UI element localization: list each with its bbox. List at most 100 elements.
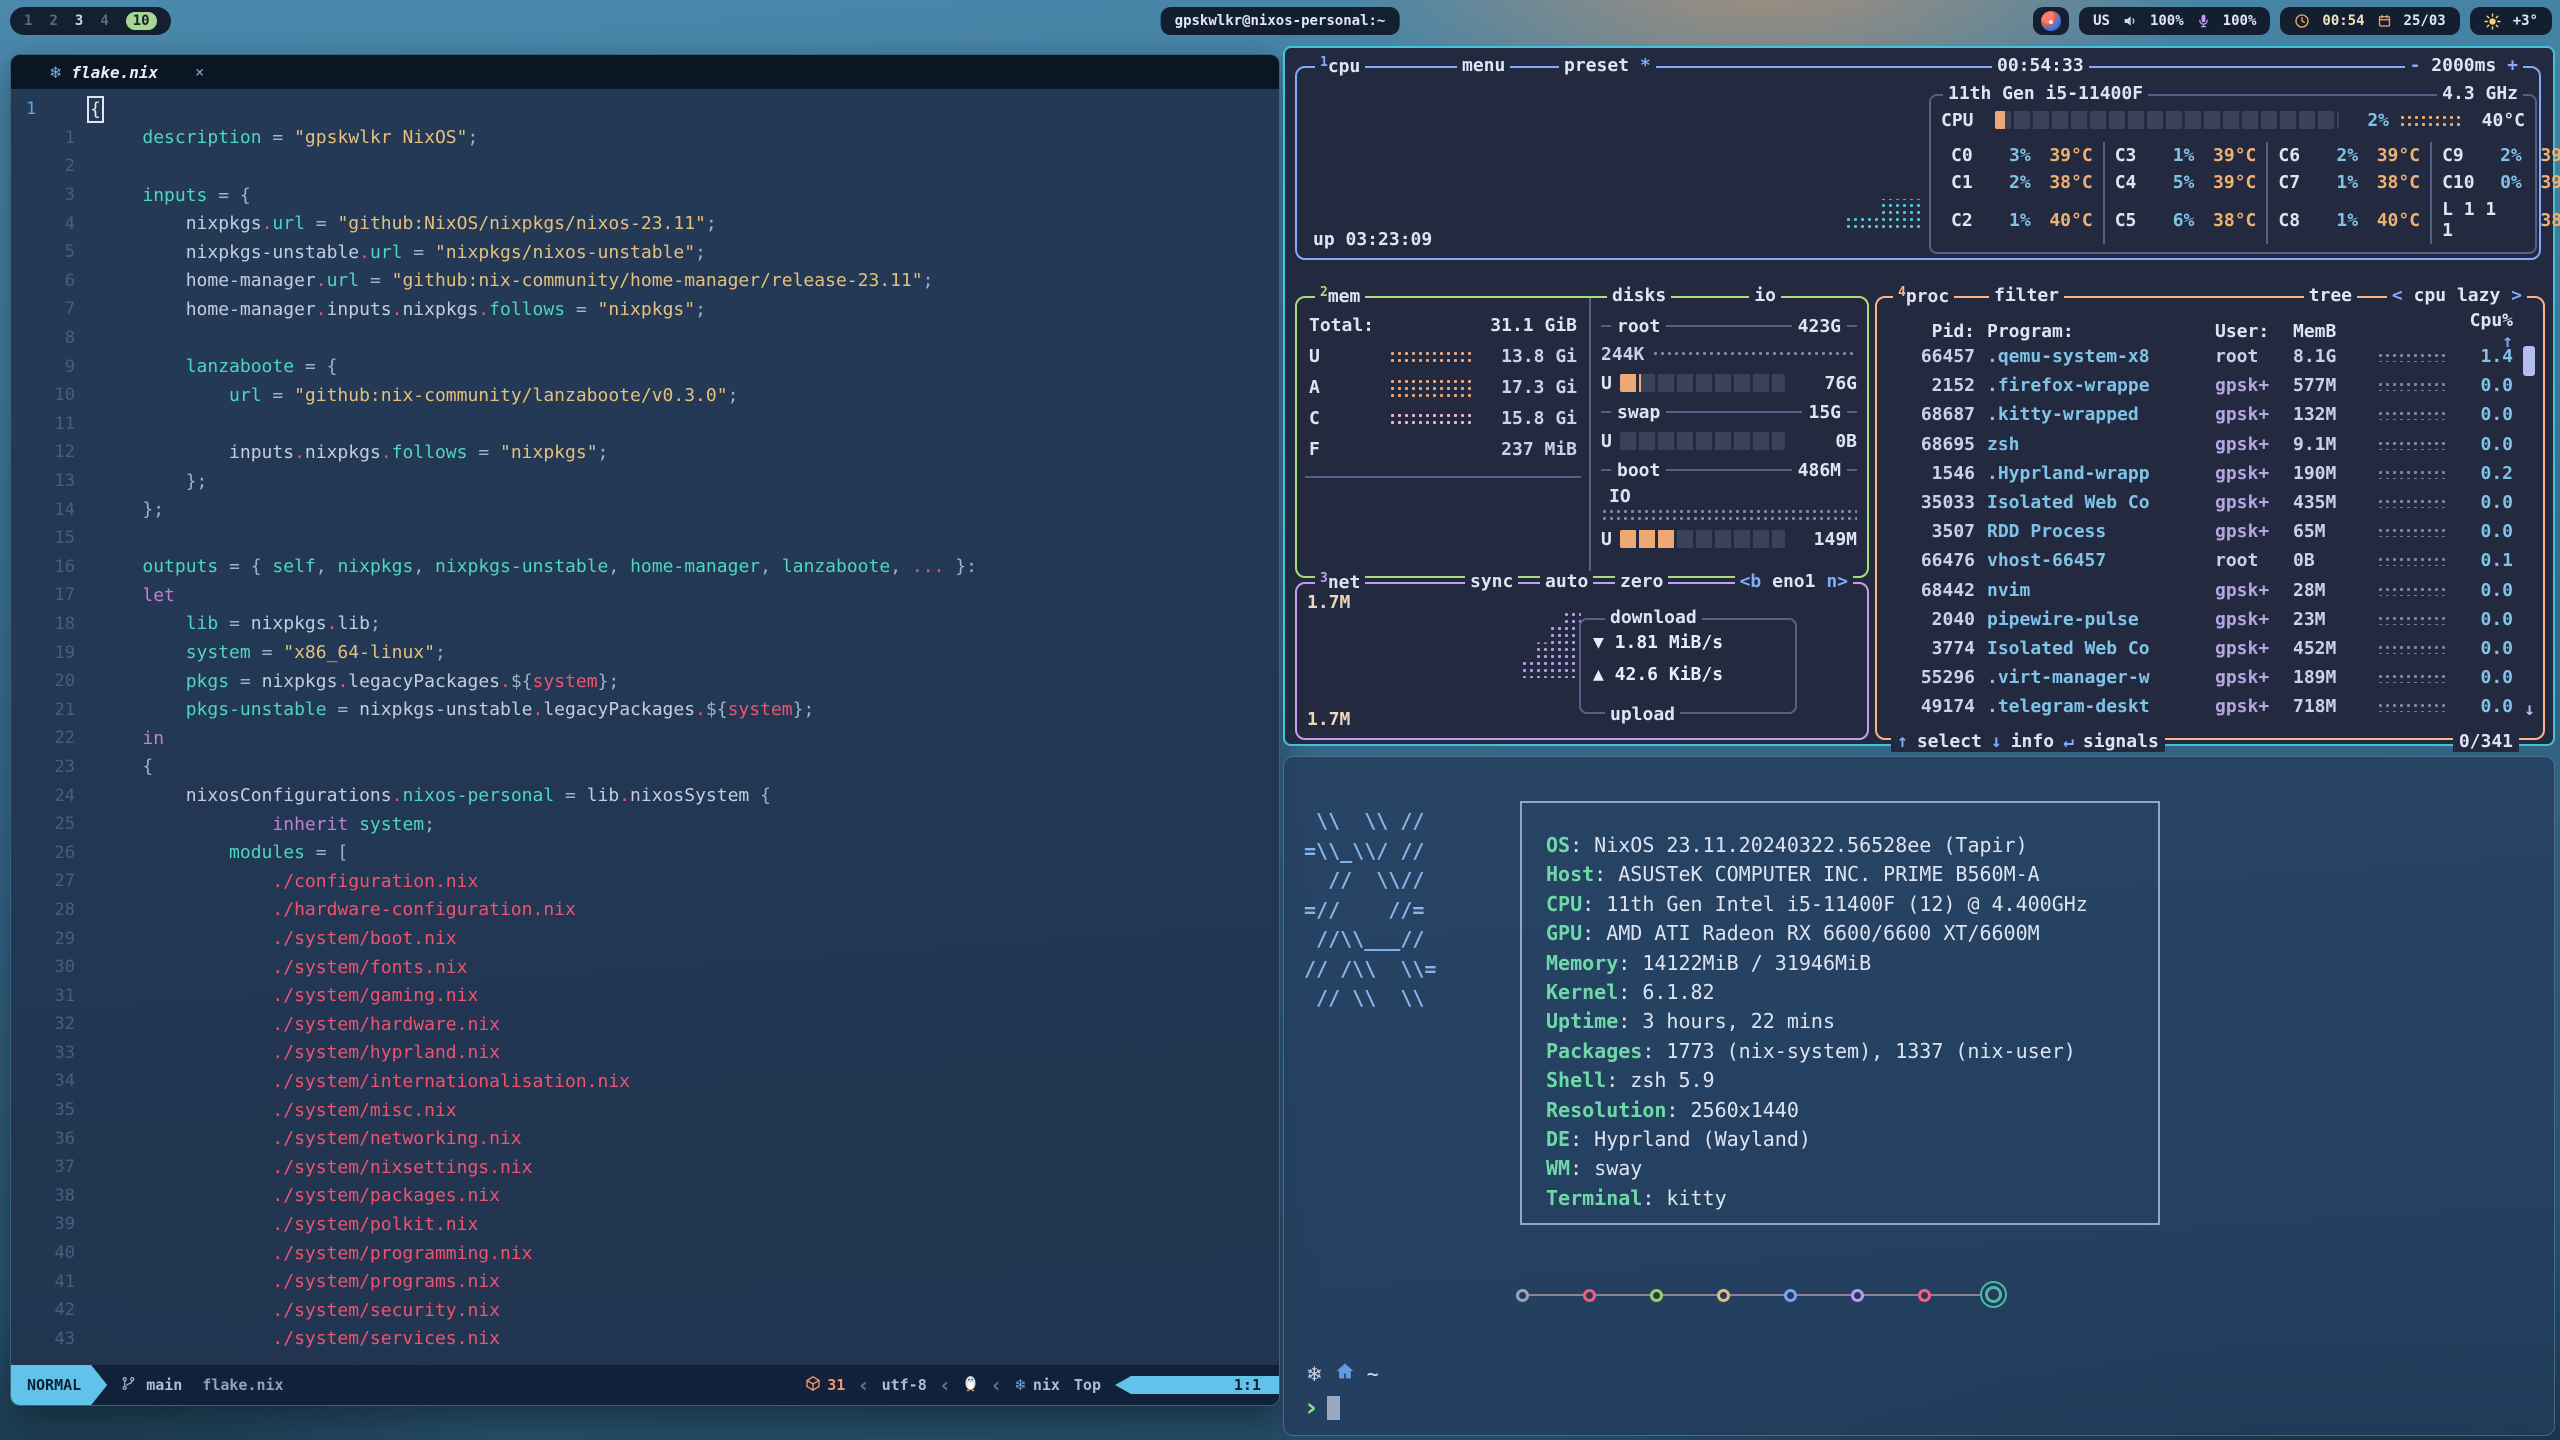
- proc-table[interactable]: 66457.qemu-system-x8root8.1G1.42152.fire…: [1891, 342, 2513, 722]
- code-line[interactable]: 5 nixpkgs-unstable.url = "nixpkgs/nixos-…: [11, 238, 1279, 267]
- fetch-info-row: CPU: 11th Gen Intel i5-11400F (12) @ 4.4…: [1546, 890, 2088, 919]
- code-line[interactable]: 8: [11, 324, 1279, 353]
- proc-filter-button[interactable]: filter: [1989, 285, 2064, 306]
- process-row[interactable]: 3507RDD Processgpsk+65M0.0: [1891, 517, 2513, 546]
- cpu-panel-title[interactable]: 1cpu: [1315, 55, 1365, 77]
- code-line[interactable]: 13 };: [11, 467, 1279, 496]
- proc-scrollbar-thumb[interactable]: [2523, 346, 2535, 376]
- fetch-info-row: DE: Hyprland (Wayland): [1546, 1125, 2088, 1154]
- workspace-switcher[interactable]: 1 2 3 4 10: [10, 7, 171, 35]
- menu-button[interactable]: menu: [1457, 55, 1510, 76]
- code-line[interactable]: 14 };: [11, 495, 1279, 524]
- net-auto-button[interactable]: auto: [1540, 571, 1593, 592]
- code-line[interactable]: 18 lib = nixpkgs.lib;: [11, 610, 1279, 639]
- code-line[interactable]: 28 ./hardware-configuration.nix: [11, 896, 1279, 925]
- code-line[interactable]: 43 ./system/services.nix: [11, 1325, 1279, 1354]
- code-line[interactable]: 7 home-manager.inputs.nixpkgs.follows = …: [11, 295, 1279, 324]
- code-line[interactable]: 1 description = "gpskwlkr NixOS";: [11, 124, 1279, 153]
- code-line[interactable]: 24 nixosConfigurations.nixos-personal = …: [11, 781, 1279, 810]
- process-row[interactable]: 1546.Hyprland-wrappgpsk+190M0.2: [1891, 459, 2513, 488]
- prompt-input-line[interactable]: ›: [1306, 1393, 1340, 1423]
- keyboard-layout[interactable]: US: [2093, 13, 2110, 29]
- process-row[interactable]: 2152.firefox-wrappegpsk+577M0.0: [1891, 371, 2513, 400]
- code-line[interactable]: 15: [11, 524, 1279, 553]
- code-line[interactable]: 40 ./system/programming.nix: [11, 1239, 1279, 1268]
- code-line[interactable]: 6 home-manager.url = "github:nix-communi…: [11, 267, 1279, 296]
- code-line[interactable]: 37 ./system/nixsettings.nix: [11, 1153, 1279, 1182]
- code-area[interactable]: 1{1 description = "gpskwlkr NixOS";23 in…: [11, 89, 1279, 1365]
- code-line[interactable]: 10 url = "github:nix-community/lanzaboot…: [11, 381, 1279, 410]
- code-line[interactable]: 4 nixpkgs.url = "github:NixOS/nixpkgs/ni…: [11, 209, 1279, 238]
- code-line[interactable]: 38 ./system/packages.nix: [11, 1182, 1279, 1211]
- workspace-button-3[interactable]: 3: [75, 13, 83, 29]
- process-row[interactable]: 68687.kitty-wrappedgpsk+132M0.0: [1891, 400, 2513, 429]
- code-line[interactable]: 25 inherit system;: [11, 810, 1279, 839]
- git-branch: main: [121, 1375, 182, 1396]
- code-line[interactable]: 36 ./system/networking.nix: [11, 1124, 1279, 1153]
- process-row[interactable]: 66457.qemu-system-x8root8.1G1.4: [1891, 342, 2513, 371]
- net-zero-button[interactable]: zero: [1615, 571, 1668, 592]
- tab-close-icon[interactable]: ×: [195, 63, 204, 81]
- editor-window: ❄ flake.nix × 1{1 description = "gpskwlk…: [10, 54, 1280, 1406]
- code-line[interactable]: 19 system = "x86_64-linux";: [11, 638, 1279, 667]
- code-line[interactable]: 35 ./system/misc.nix: [11, 1096, 1279, 1125]
- net-interface-selector[interactable]: <b eno1 n>: [1735, 571, 1853, 592]
- code-line[interactable]: 23 {: [11, 753, 1279, 782]
- proc-footer-actions[interactable]: ↑select ↓info ↵signals: [1891, 731, 2165, 752]
- code-line[interactable]: 42 ./system/security.nix: [11, 1296, 1279, 1325]
- process-row[interactable]: 68442nvimgpsk+28M0.0: [1891, 576, 2513, 605]
- mic-level[interactable]: 100%: [2223, 13, 2257, 29]
- proc-header-row[interactable]: Pid: Program: User: MemB Cpu% ↑: [1891, 310, 2513, 336]
- code-line[interactable]: 17 let: [11, 581, 1279, 610]
- preset-button[interactable]: preset *: [1559, 55, 1656, 76]
- workspace-button-2[interactable]: 2: [49, 13, 57, 29]
- code-text: ./system/services.nix: [99, 1328, 500, 1349]
- code-line[interactable]: 21 pkgs-unstable = nixpkgs-unstable.lega…: [11, 695, 1279, 724]
- audio-group[interactable]: US 100% 100%: [2079, 7, 2270, 35]
- date[interactable]: 25/03: [2404, 13, 2446, 29]
- code-line[interactable]: 26 modules = [: [11, 838, 1279, 867]
- code-line[interactable]: 3 inputs = {: [11, 181, 1279, 210]
- time[interactable]: 00:54: [2322, 13, 2364, 29]
- code-line[interactable]: 32 ./system/hardware.nix: [11, 1010, 1279, 1039]
- code-line[interactable]: 30 ./system/fonts.nix: [11, 953, 1279, 982]
- process-row[interactable]: 2040pipewire-pulsegpsk+23M0.0: [1891, 605, 2513, 634]
- tray-app-button[interactable]: [2033, 7, 2069, 35]
- code-line[interactable]: 34 ./system/internationalisation.nix: [11, 1067, 1279, 1096]
- code-line[interactable]: 16 outputs = { self, nixpkgs, nixpkgs-un…: [11, 553, 1279, 582]
- code-line[interactable]: 29 ./system/boot.nix: [11, 924, 1279, 953]
- code-line[interactable]: 27 ./configuration.nix: [11, 867, 1279, 896]
- code-line[interactable]: 41 ./system/programs.nix: [11, 1267, 1279, 1296]
- workspace-button-4[interactable]: 4: [100, 13, 108, 29]
- code-line[interactable]: 33 ./system/hyprland.nix: [11, 1039, 1279, 1068]
- scroll-down-icon[interactable]: ↓: [2524, 699, 2535, 720]
- code-line[interactable]: 31 ./system/gaming.nix: [11, 981, 1279, 1010]
- proc-tree-button[interactable]: tree: [2304, 285, 2357, 306]
- code-line[interactable]: 20 pkgs = nixpkgs.legacyPackages.${syste…: [11, 667, 1279, 696]
- process-row[interactable]: 66476vhost-66457root0B0.1: [1891, 546, 2513, 575]
- code-line[interactable]: 2: [11, 152, 1279, 181]
- code-line[interactable]: 11: [11, 410, 1279, 439]
- code-line[interactable]: 22 in: [11, 724, 1279, 753]
- code-line[interactable]: 39 ./system/polkit.nix: [11, 1210, 1279, 1239]
- code-line[interactable]: 9 lanzaboote = {: [11, 352, 1279, 381]
- process-row[interactable]: 68695zshgpsk+9.1M0.0: [1891, 430, 2513, 459]
- net-sync-button[interactable]: sync: [1465, 571, 1518, 592]
- process-row[interactable]: 3774Isolated Web Cogpsk+452M0.0: [1891, 634, 2513, 663]
- prompt-path: ~: [1367, 1362, 1379, 1386]
- code-line[interactable]: 1{: [11, 95, 1279, 124]
- tab-flake-nix[interactable]: ❄ flake.nix ×: [11, 55, 220, 89]
- net-panel-title[interactable]: 3net: [1315, 571, 1365, 593]
- workspace-button-1[interactable]: 1: [24, 13, 32, 29]
- code-line[interactable]: 12 inputs.nixpkgs.follows = "nixpkgs";: [11, 438, 1279, 467]
- proc-panel-title[interactable]: 4proc: [1893, 285, 1954, 307]
- process-row[interactable]: 49174.telegram-desktgpsk+718M0.0: [1891, 692, 2513, 721]
- weather-group[interactable]: +3°: [2470, 7, 2552, 35]
- update-interval-control[interactable]: - 2000ms +: [2405, 55, 2523, 76]
- volume-level[interactable]: 100%: [2150, 13, 2184, 29]
- clock-group[interactable]: 00:54 25/03: [2280, 7, 2459, 35]
- process-row[interactable]: 55296.virt-manager-wgpsk+189M0.0: [1891, 663, 2513, 692]
- proc-sort-selector[interactable]: < cpu lazy >: [2387, 285, 2527, 306]
- process-row[interactable]: 35033Isolated Web Cogpsk+435M0.0: [1891, 488, 2513, 517]
- workspace-button-10[interactable]: 10: [126, 12, 157, 30]
